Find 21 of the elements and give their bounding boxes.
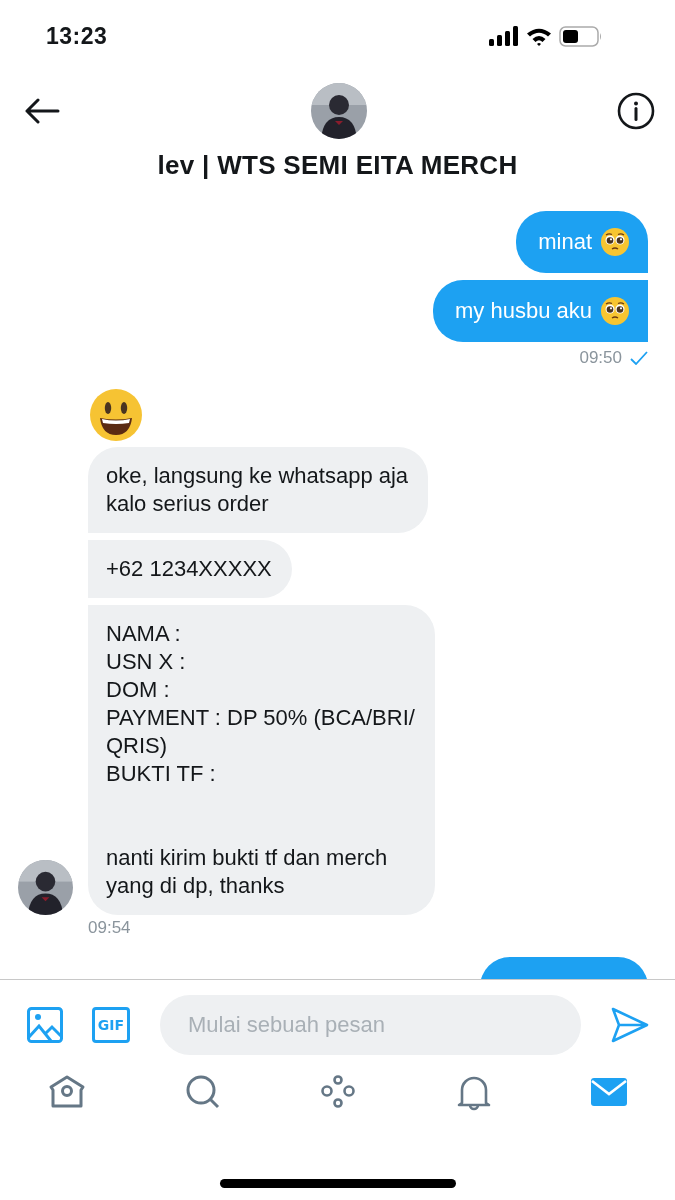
gif-button[interactable]: GIF xyxy=(92,1007,130,1043)
message-bubble: NAMA : USN X : DOM : PAYMENT : DP 50% (BCA/BRI/ QRIS) BUKTI TF : nanti kirim bukti tf dan merch yang di dp, thanks xyxy=(88,605,435,915)
connect-tab[interactable] xyxy=(319,1073,357,1111)
message-time: 09:54 xyxy=(88,918,131,938)
chat-title: lev | WTS SEMI EITA MERCH xyxy=(156,150,519,181)
message-bubble: +62 1234XXXXX xyxy=(88,540,292,598)
message-bubble: oke, langsung ke whatsapp aja kalo serius order xyxy=(88,447,429,533)
clock-time: 13:23 xyxy=(46,22,108,50)
home-tab[interactable] xyxy=(48,1073,86,1111)
message-time: 09:50 xyxy=(579,348,622,368)
image-button[interactable] xyxy=(27,1007,63,1043)
back-button[interactable] xyxy=(24,98,60,124)
wifi-icon xyxy=(526,26,552,46)
message-bubble: my husbu aku xyxy=(433,280,648,342)
smiley-face-icon xyxy=(88,387,144,443)
message-bubble: minat xyxy=(516,211,648,273)
signal-icon xyxy=(489,26,519,46)
message-field[interactable]: Mulai sebuah pesan xyxy=(160,995,581,1055)
send-button[interactable] xyxy=(611,1007,649,1043)
battery-icon xyxy=(559,25,603,47)
info-button[interactable] xyxy=(617,92,655,130)
